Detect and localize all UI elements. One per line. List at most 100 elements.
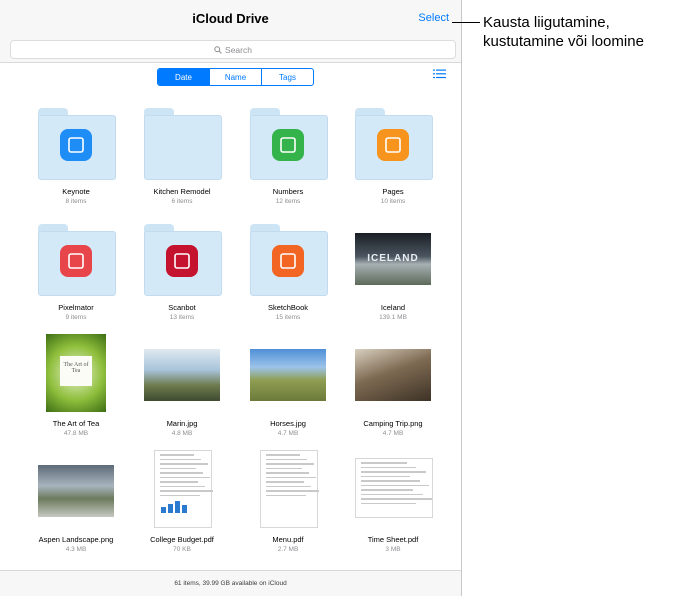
grid-item-keynote[interactable]: Keynote 8 items	[24, 104, 128, 205]
book-cover-title: The Art of Tea	[60, 356, 92, 386]
callout-text: Kausta liigutamine, kustutamine või loom…	[483, 13, 644, 51]
icloud-drive-window: iCloud Drive Select Search Date Name Tag…	[0, 0, 462, 596]
item-detail: 10 items	[380, 198, 406, 205]
item-detail: 12 items	[275, 198, 301, 205]
folder-icon	[38, 224, 116, 296]
grid-item-menu-pdf[interactable]: Menu.pdf 2.7 MB	[236, 450, 340, 553]
item-name: Kitchen Remodel	[153, 187, 211, 196]
grid-item-horses-jpg[interactable]: Horses.jpg 4.7 MB	[236, 336, 340, 437]
item-detail: 6 items	[171, 198, 193, 205]
item-thumbnail	[236, 104, 340, 184]
grid-item-kitchen-remodel[interactable]: Kitchen Remodel 6 items	[130, 104, 234, 205]
item-name: Aspen Landscape.png	[38, 535, 114, 544]
grid-item-iceland[interactable]: ICELAND Iceland 139.1 MB	[341, 220, 445, 321]
item-name: Camping Trip.png	[363, 419, 423, 428]
numbers-icon	[272, 129, 304, 161]
photo-thumbnail	[355, 349, 431, 401]
search-input[interactable]: Search	[10, 40, 456, 59]
item-name: Menu.pdf	[272, 535, 304, 544]
item-thumbnail	[24, 220, 128, 300]
document-thumbnail	[355, 458, 433, 518]
item-detail: 3 MB	[385, 546, 401, 553]
sort-name-button[interactable]: Name	[209, 69, 261, 85]
item-thumbnail: The Art of Tea	[24, 334, 128, 416]
folder-icon	[38, 108, 116, 180]
storage-status: 61 items, 39.99 GB available on iCloud	[0, 570, 461, 596]
photo-thumbnail	[144, 349, 220, 401]
search-bar: Search	[0, 37, 461, 63]
grid-item-camping-trip-png[interactable]: Camping Trip.png 4.7 MB	[341, 336, 445, 437]
item-detail: 4.7 MB	[277, 430, 299, 437]
item-thumbnail: ICELAND	[341, 220, 445, 300]
folder-icon	[144, 108, 222, 180]
item-name: The Art of Tea	[52, 419, 100, 428]
grid-item-marin-jpg[interactable]: Marin.jpg 4.8 MB	[130, 336, 234, 437]
item-thumbnail	[236, 450, 340, 532]
item-name: Marin.jpg	[166, 419, 198, 428]
folder-icon	[250, 224, 328, 296]
item-detail: 4.8 MB	[171, 430, 193, 437]
keynote-icon	[60, 129, 92, 161]
item-detail: 47.8 MB	[63, 430, 89, 437]
item-thumbnail	[24, 104, 128, 184]
item-name: Numbers	[272, 187, 304, 196]
pages-icon	[377, 129, 409, 161]
sort-tags-button[interactable]: Tags	[261, 69, 313, 85]
grid-item-pixelmator[interactable]: Pixelmator 9 items	[24, 220, 128, 321]
item-name: Pixelmator	[58, 303, 94, 312]
item-detail: 4.7 MB	[382, 430, 404, 437]
item-detail: 4.3 MB	[65, 546, 87, 553]
folder-icon	[250, 108, 328, 180]
item-name: Scanbot	[168, 303, 196, 312]
grid-item-numbers[interactable]: Numbers 12 items	[236, 104, 340, 205]
grid-item-time-sheet-pdf[interactable]: Time Sheet.pdf 3 MB	[341, 452, 445, 553]
sort-date-button[interactable]: Date	[158, 69, 209, 85]
grid-item-pages[interactable]: Pages 10 items	[341, 104, 445, 205]
item-name: SketchBook	[267, 303, 309, 312]
item-detail: 70 KB	[173, 546, 191, 553]
search-icon	[214, 45, 222, 54]
grid-item-the-art-of-tea[interactable]: The Art of Tea The Art of Tea 47.8 MB	[24, 334, 128, 437]
folder-icon	[144, 224, 222, 296]
item-name: Horses.jpg	[270, 419, 306, 428]
photo-thumbnail: ICELAND	[355, 233, 431, 285]
item-name: Pages	[382, 187, 404, 196]
callout-line-2: kustutamine või loomine	[483, 33, 644, 50]
grid-item-college-budget-pdf[interactable]: College Budget.pdf 70 KB	[130, 450, 234, 553]
pixelmator-icon	[60, 245, 92, 277]
item-thumbnail	[236, 220, 340, 300]
item-name: Iceland	[380, 303, 406, 312]
scanbot-icon	[166, 245, 198, 277]
photo-thumbnail	[250, 349, 326, 401]
item-detail: 13 items	[169, 314, 195, 321]
list-view-icon[interactable]	[433, 69, 446, 79]
item-detail: 8 items	[65, 198, 87, 205]
item-thumbnail	[24, 452, 128, 532]
sort-segmented-control: Date Name Tags	[157, 68, 314, 86]
item-detail: 9 items	[65, 314, 87, 321]
folder-icon	[355, 108, 433, 180]
sketchbook-icon	[272, 245, 304, 277]
callout-line-1: Kausta liigutamine,	[483, 14, 610, 31]
grid-item-aspen-landscape-png[interactable]: Aspen Landscape.png 4.3 MB	[24, 452, 128, 553]
item-detail: 139.1 MB	[379, 314, 407, 321]
callout-leader-line	[452, 22, 480, 23]
document-thumbnail	[260, 450, 319, 528]
item-thumbnail	[130, 220, 234, 300]
photo-thumbnail	[38, 465, 114, 517]
grid-item-sketchbook[interactable]: SketchBook 15 items	[236, 220, 340, 321]
item-thumbnail	[130, 336, 234, 416]
item-detail: 2.7 MB	[277, 546, 299, 553]
item-thumbnail	[130, 450, 234, 532]
item-thumbnail	[341, 336, 445, 416]
document-thumbnail	[154, 450, 213, 528]
nav-bar: iCloud Drive Select	[0, 0, 461, 37]
item-name: Keynote	[62, 187, 90, 196]
item-thumbnail	[130, 104, 234, 184]
select-button[interactable]: Select	[418, 12, 449, 24]
item-detail: 15 items	[275, 314, 301, 321]
page-title: iCloud Drive	[192, 11, 269, 26]
grid-item-scanbot[interactable]: Scanbot 13 items	[130, 220, 234, 321]
item-thumbnail	[341, 452, 445, 532]
book-cover: The Art of Tea	[46, 334, 106, 412]
